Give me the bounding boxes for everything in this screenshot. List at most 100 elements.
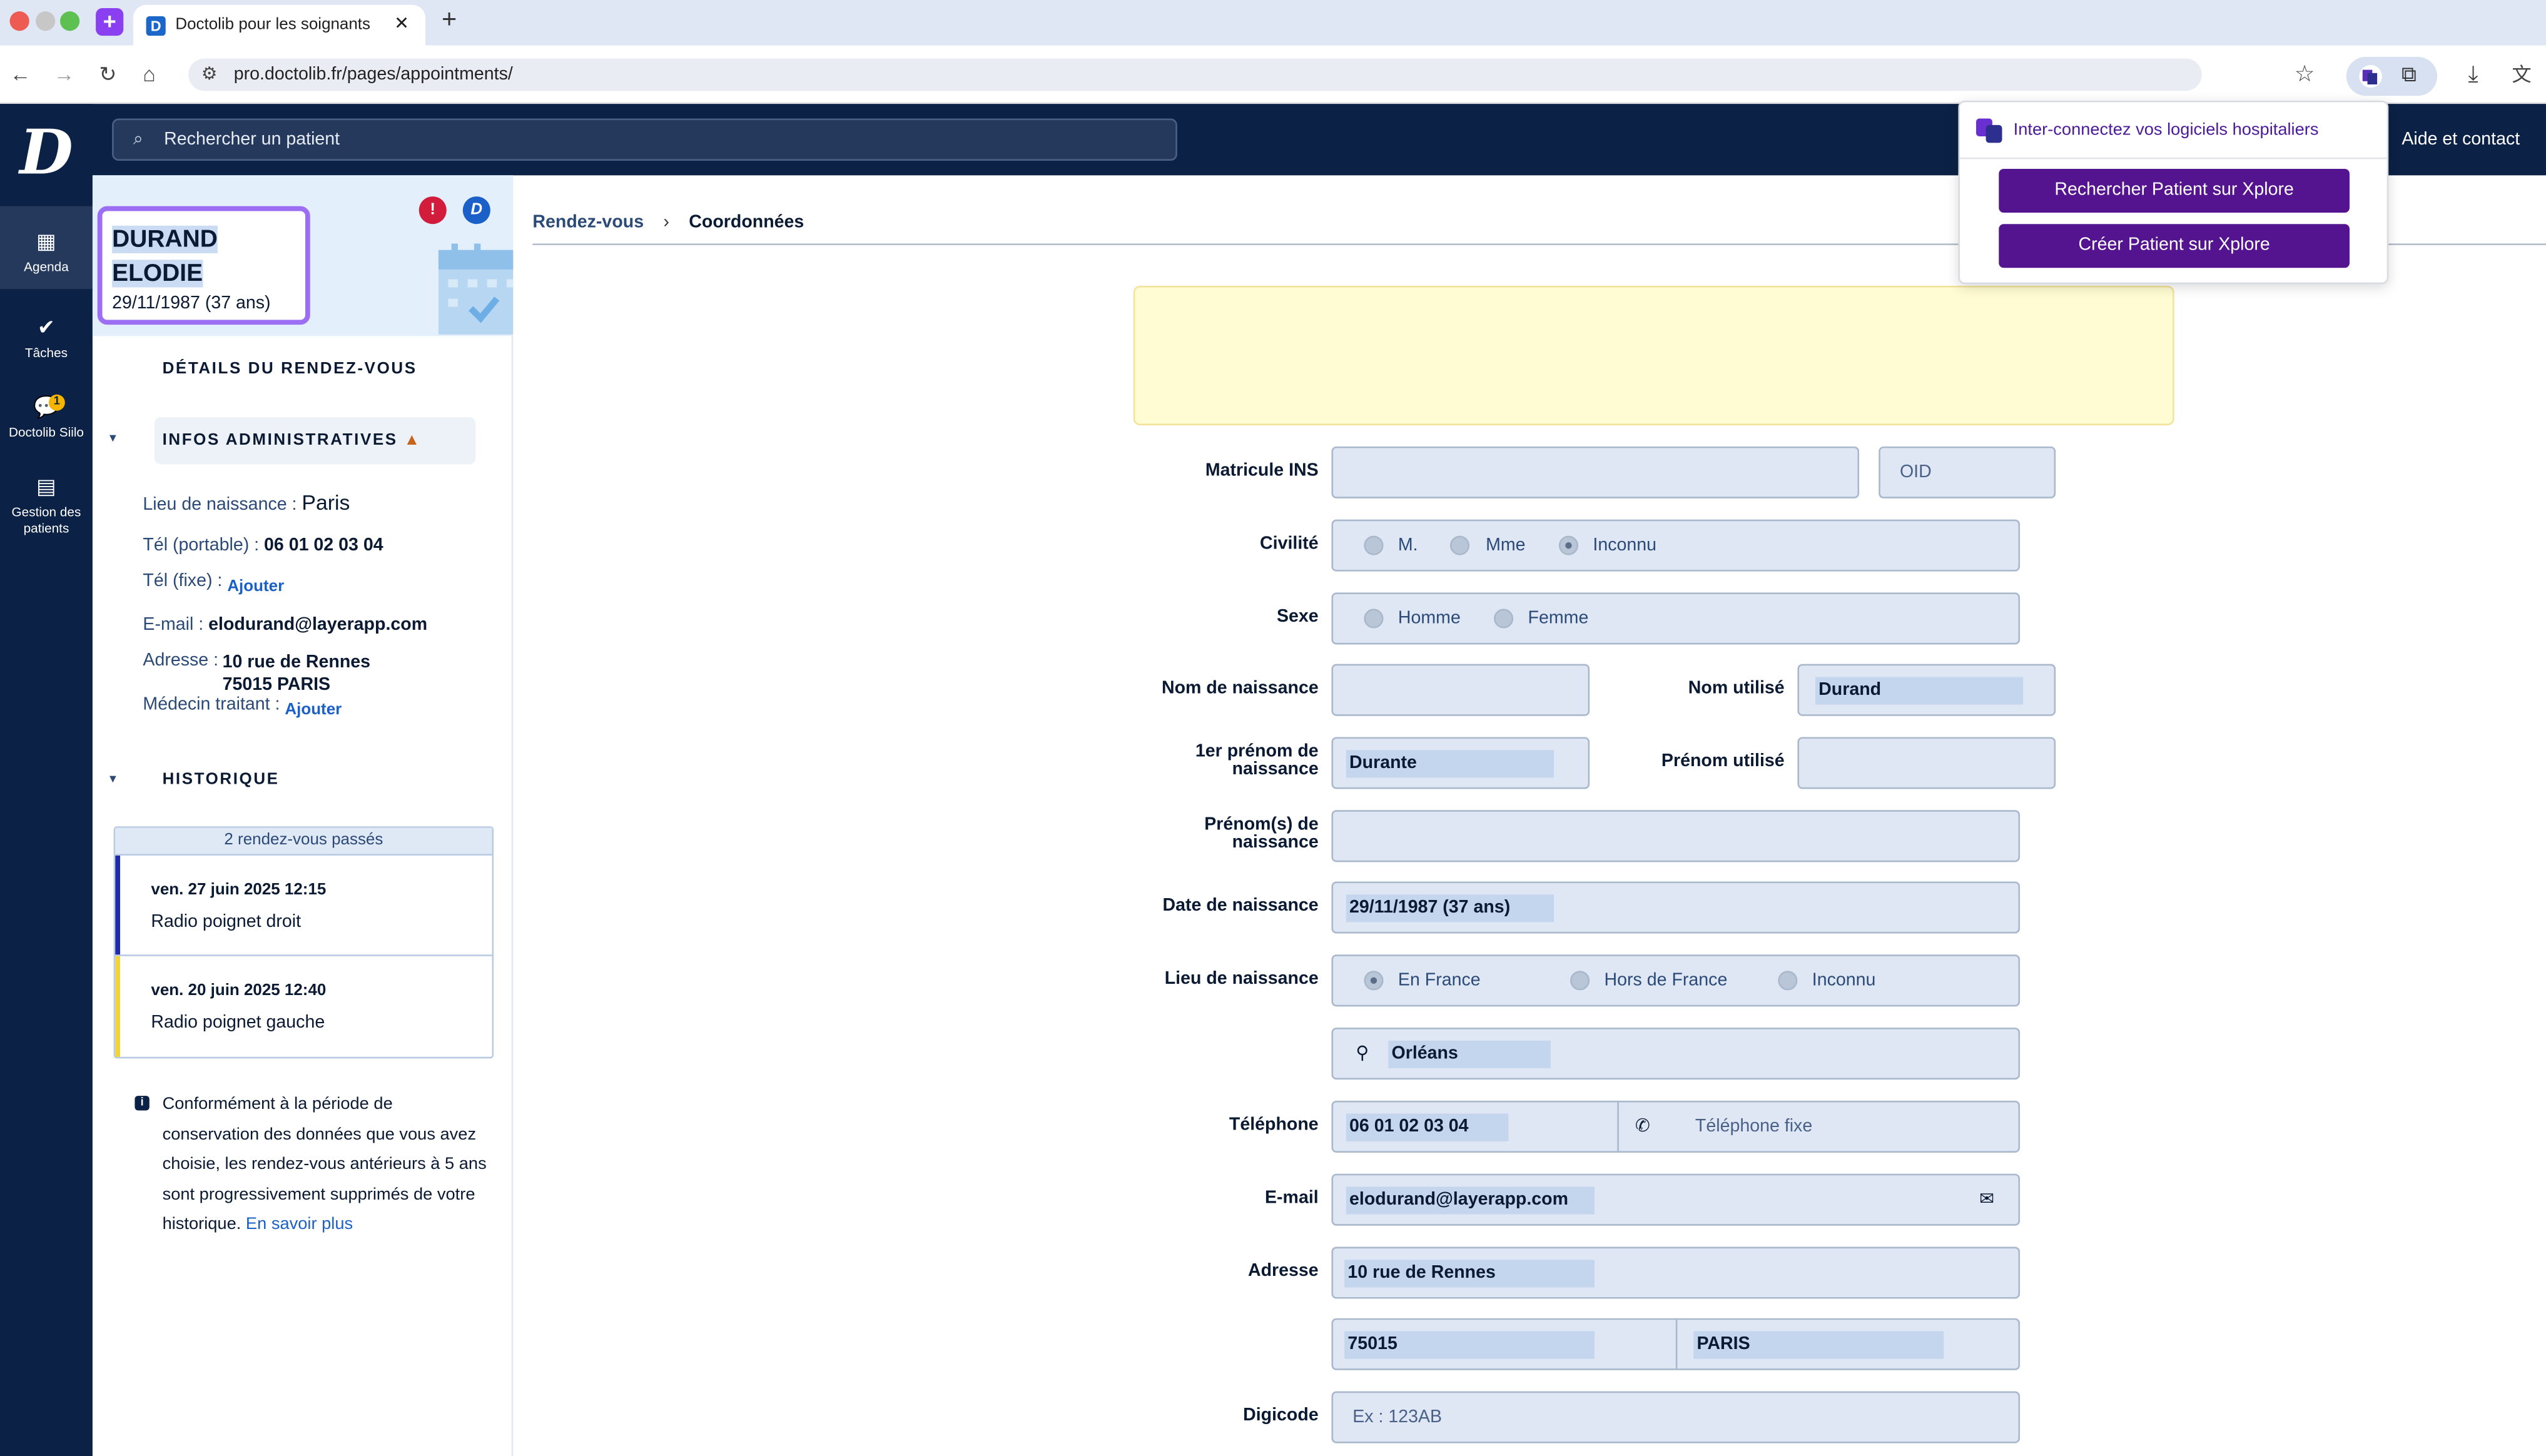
- sex-femme-radio[interactable]: [1494, 609, 1514, 629]
- address-bar[interactable]: ⚙ pro.doctolib.fr/pages/appointments/: [188, 58, 2202, 91]
- sex-femme-label[interactable]: Femme: [1528, 594, 1589, 643]
- civility-m-radio[interactable]: [1364, 535, 1384, 555]
- civility-label: Civilité: [1260, 533, 1319, 554]
- retention-note: Conformément à la période de conservatio…: [162, 1094, 487, 1234]
- nav-agenda[interactable]: ▦ Agenda: [0, 206, 93, 290]
- back-arrow-icon[interactable]: ←: [10, 60, 31, 89]
- close-window-button[interactable]: [9, 11, 29, 31]
- maximize-window-button[interactable]: [60, 11, 80, 31]
- zip-value[interactable]: 75015: [1344, 1331, 1595, 1359]
- section-details-title[interactable]: DÉTAILS DU RENDEZ-VOUS: [163, 360, 417, 378]
- section-admin-title: INFOS ADMINISTRATIVES ▲: [162, 432, 422, 450]
- civility-inconnu-radio[interactable]: [1558, 535, 1579, 555]
- address-input[interactable]: 10 rue de Rennes: [1331, 1246, 2021, 1299]
- puzzle-icon[interactable]: ⧉: [2401, 62, 2417, 88]
- history-list: 2 rendez-vous passés ven. 27 juin 2025 1…: [113, 826, 494, 1059]
- civility-mme-radio[interactable]: [1449, 535, 1470, 555]
- birthplace-unknown-label[interactable]: Inconnu: [1812, 956, 1876, 1005]
- chevron-down-icon[interactable]: ▼: [107, 774, 118, 786]
- history-title[interactable]: HISTORIQUE: [163, 771, 280, 789]
- birth-name-input[interactable]: [1331, 664, 1590, 716]
- birthplace-label: Lieu de naissance: [1164, 969, 1319, 989]
- birth-city-input[interactable]: ⚲ Orléans: [1331, 1028, 2021, 1080]
- dob-input[interactable]: 29/11/1987 (37 ans): [1331, 881, 2021, 934]
- birthplace-france-label[interactable]: En France: [1398, 956, 1481, 1005]
- landline-placeholder[interactable]: Téléphone fixe: [1695, 1102, 1812, 1151]
- used-first-name-input[interactable]: [1797, 737, 2056, 789]
- browser-tab-bar: + D Doctolib pour les soignants ✕ +: [0, 0, 2546, 46]
- appointment-date: ven. 27 juin 2025 12:15: [151, 881, 327, 900]
- nav-siilo[interactable]: 💬 1 Doctolib Siilo: [0, 394, 93, 460]
- tab-close-icon[interactable]: ✕: [394, 5, 409, 46]
- dob-label: Date de naissance: [1162, 896, 1319, 916]
- first-name-value: Durante: [1346, 750, 1554, 778]
- city-value[interactable]: PARIS: [1693, 1331, 1944, 1359]
- patient-search-input[interactable]: ⌕ Rechercher un patient: [112, 118, 1177, 161]
- download-icon[interactable]: ⤓: [2468, 60, 2478, 88]
- digicode-placeholder: Ex : 123AB: [1352, 1407, 1443, 1427]
- minimize-window-button[interactable]: [36, 11, 56, 31]
- patient-last-name: DURAND: [112, 225, 218, 253]
- birthplace-unknown-radio[interactable]: [1778, 971, 1798, 991]
- mobile-row: Tél (portable) : 06 01 02 03 04: [143, 535, 383, 555]
- search-xplore-button[interactable]: Rechercher Patient sur Xplore: [1999, 168, 2350, 213]
- birthplace-abroad-radio[interactable]: [1570, 971, 1590, 991]
- siilo-badge: 1: [48, 394, 65, 411]
- address-row: Adresse :: [143, 650, 219, 671]
- birthplace-abroad-label[interactable]: Hors de France: [1605, 956, 1728, 1005]
- extension-plus-icon[interactable]: +: [96, 8, 124, 36]
- nav-taches[interactable]: ✔ Tâches: [0, 315, 93, 380]
- address-value: 10 rue de Rennes 75015 PARIS: [222, 652, 371, 695]
- sex-homme-label[interactable]: Homme: [1398, 594, 1461, 643]
- appointment-title: Radio poignet droit: [151, 912, 302, 932]
- patient-first-name: ELODIE: [112, 260, 203, 288]
- add-doctor-link[interactable]: Ajouter: [285, 701, 342, 719]
- chevron-down-icon[interactable]: ▼: [107, 433, 118, 445]
- alert-icon[interactable]: !: [418, 196, 447, 225]
- patient-identity-card[interactable]: DURAND ELODIE 29/11/1987 (37 ans): [97, 206, 310, 325]
- used-name-input[interactable]: Durand: [1797, 664, 2056, 716]
- ins-input[interactable]: [1331, 446, 1860, 498]
- email-row: E-mail : elodurand@layerapp.com: [143, 615, 428, 635]
- clipboard-icon: ▤: [36, 473, 56, 498]
- phone-label: Téléphone: [1229, 1115, 1319, 1135]
- create-xplore-button[interactable]: Créer Patient sur Xplore: [1999, 224, 2350, 268]
- learn-more-link[interactable]: En savoir plus: [246, 1215, 353, 1234]
- digicode-input[interactable]: Ex : 123AB: [1331, 1391, 2021, 1443]
- nav-gestion-label: Gestion des patients: [11, 505, 81, 536]
- browser-tab[interactable]: D Doctolib pour les soignants ✕: [133, 4, 426, 46]
- email-label: E-mail: [1265, 1188, 1319, 1208]
- list-item[interactable]: ven. 27 juin 2025 12:15 Radio poignet dr…: [115, 855, 492, 956]
- breadcrumb-parent[interactable]: Rendez-vous: [532, 213, 644, 232]
- add-landline-link[interactable]: Ajouter: [227, 578, 284, 596]
- xplore-extension-icon[interactable]: [2359, 64, 2382, 88]
- first-name-input[interactable]: Durante: [1331, 737, 1590, 789]
- doctolib-badge-icon[interactable]: D: [462, 196, 490, 225]
- civility-mme-label[interactable]: Mme: [1486, 521, 1525, 570]
- extensions-pill[interactable]: ⧉: [2346, 56, 2438, 96]
- civility-inconnu-label[interactable]: Inconnu: [1593, 521, 1656, 570]
- forward-arrow-icon[interactable]: →: [54, 60, 75, 89]
- new-tab-button[interactable]: +: [442, 5, 457, 38]
- list-item[interactable]: ven. 20 juin 2025 12:40 Radio poignet ga…: [115, 956, 492, 1057]
- birthplace-france-radio[interactable]: [1364, 971, 1384, 991]
- nav-gestion-patients[interactable]: ▤ Gestion des patients: [0, 474, 93, 545]
- reload-icon[interactable]: ↻: [99, 60, 116, 89]
- landline-row: Tél (fixe) : Ajouter: [143, 571, 285, 596]
- translate-icon[interactable]: 文: [2512, 60, 2532, 88]
- bookmark-star-icon[interactable]: ☆: [2295, 60, 2315, 88]
- mobile-phone-value[interactable]: 06 01 02 03 04: [1346, 1113, 1509, 1141]
- help-contact-button[interactable]: Aide et contact: [2386, 120, 2533, 159]
- site-settings-icon[interactable]: ⚙: [201, 58, 218, 91]
- phone-input-group: 06 01 02 03 04 ✆ Téléphone fixe: [1331, 1100, 2021, 1153]
- first-names-input[interactable]: [1331, 810, 2021, 862]
- breadcrumb: Rendez-vous › Coordonnées: [532, 213, 804, 232]
- sex-homme-radio[interactable]: [1364, 609, 1384, 629]
- first-name-label: 1er prénom de naissance: [1195, 742, 1319, 779]
- email-input[interactable]: elodurand@layerapp.com ✉: [1331, 1173, 2021, 1226]
- home-icon[interactable]: ⌂: [143, 60, 155, 89]
- civility-m-label[interactable]: M.: [1398, 521, 1418, 570]
- oid-input[interactable]: OID: [1879, 446, 2056, 498]
- popup-title: Inter-connectez vos logiciels hospitalie…: [1975, 118, 2318, 143]
- digicode-label: Digicode: [1243, 1405, 1319, 1426]
